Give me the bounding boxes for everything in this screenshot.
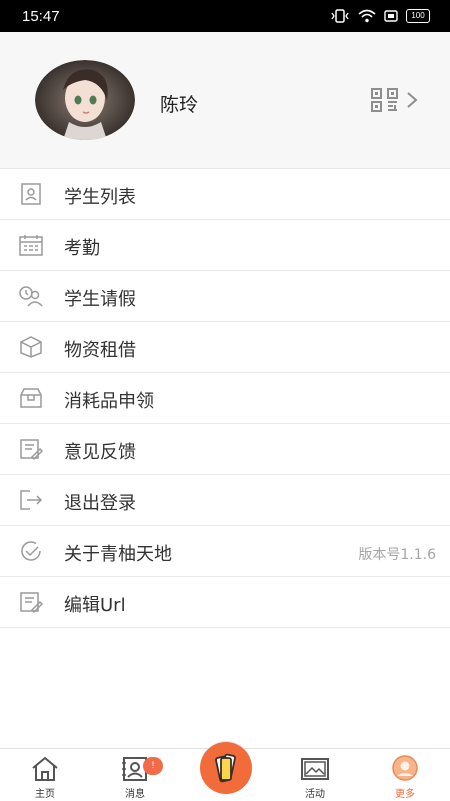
student-leave-icon — [19, 286, 43, 307]
tab-home-label: 主页 — [35, 789, 55, 800]
activity-icon — [301, 758, 329, 780]
card-deck-icon — [215, 753, 236, 783]
tab-more[interactable]: 更多 — [360, 749, 450, 801]
menu-item-supplies-rental[interactable]: 物资租借 — [0, 322, 450, 373]
chevron-right-icon — [407, 92, 418, 108]
menu-item-label: 编辑Url — [64, 595, 126, 616]
menu-item-student-leave[interactable]: 学生请假 — [0, 271, 450, 322]
screen-icon — [384, 10, 398, 22]
menu-item-label: 物资租借 — [64, 340, 136, 361]
menu-item-attendance[interactable]: 考勤 — [0, 220, 450, 271]
status-time: 15:47 — [22, 8, 60, 25]
logout-icon — [20, 490, 43, 510]
supplies-rental-icon — [20, 336, 42, 358]
vibrate-icon — [331, 9, 349, 23]
menu-item-label: 学生列表 — [64, 187, 136, 208]
menu-item-edit-url[interactable]: 编辑Url — [0, 577, 450, 628]
menu-item-consumables-request[interactable]: 消耗品申领 — [0, 373, 450, 424]
tab-more-label: 更多 — [395, 789, 415, 800]
menu-item-label: 学生请假 — [64, 289, 136, 310]
menu-item-about[interactable]: 关于青柚天地 版本号1.1.6 — [0, 526, 450, 577]
messages-badge: ! — [143, 757, 163, 775]
qr-code-button[interactable] — [370, 87, 418, 113]
center-action-button[interactable] — [200, 742, 252, 794]
consumables-request-icon — [20, 388, 42, 408]
menu-list: 学生列表 考勤 学生请假 物资租借 消耗品申领 意见反馈 退出登录 关于青柚天地… — [0, 169, 450, 628]
version-label: 版本号1.1.6 — [358, 547, 436, 563]
menu-item-label: 关于青柚天地 — [64, 544, 172, 565]
profile-name: 陈玲 — [160, 94, 199, 116]
edit-url-icon — [20, 592, 44, 614]
qr-code-icon — [371, 88, 398, 112]
menu-item-student-list[interactable]: 学生列表 — [0, 169, 450, 220]
tab-messages[interactable]: ! 消息 — [90, 749, 180, 801]
attendance-icon — [19, 235, 43, 256]
profile-header[interactable]: 陈玲 — [0, 32, 450, 169]
status-icons: 100 — [330, 9, 430, 23]
tab-home[interactable]: 主页 — [0, 749, 90, 801]
feedback-icon — [20, 439, 44, 461]
wifi-icon — [358, 9, 376, 23]
tab-activity[interactable]: 活动 — [270, 749, 360, 801]
student-list-icon — [21, 183, 41, 205]
avatar[interactable] — [35, 60, 135, 140]
menu-item-label: 考勤 — [64, 238, 100, 259]
menu-item-label: 退出登录 — [64, 493, 136, 514]
menu-item-logout[interactable]: 退出登录 — [0, 475, 450, 526]
menu-item-label: 意见反馈 — [64, 442, 136, 463]
about-icon — [21, 541, 41, 561]
menu-item-feedback[interactable]: 意见反馈 — [0, 424, 450, 475]
user-avatar-icon — [35, 60, 135, 140]
more-avatar-icon — [392, 755, 418, 781]
battery-indicator: 100 — [406, 9, 430, 23]
menu-item-label: 消耗品申领 — [64, 391, 154, 412]
tab-activity-label: 活动 — [305, 789, 325, 800]
status-bar: 15:47 100 — [0, 0, 450, 32]
tab-messages-label: 消息 — [125, 789, 145, 800]
home-icon — [32, 756, 58, 781]
